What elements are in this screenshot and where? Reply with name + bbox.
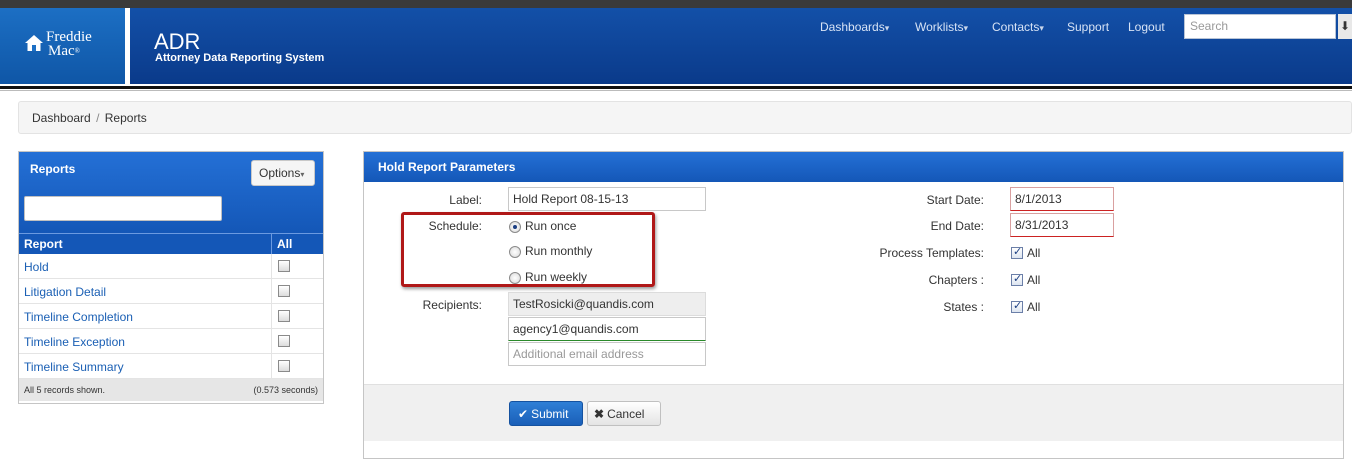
row-checkbox[interactable] bbox=[278, 285, 290, 297]
search-dropdown-button[interactable]: ⬇ bbox=[1338, 14, 1352, 39]
report-link-litigation-detail[interactable]: Litigation Detail bbox=[24, 285, 106, 299]
window-top-bar bbox=[0, 0, 1352, 8]
reports-table-header: Report All bbox=[19, 233, 323, 254]
nav-worklists[interactable]: Worklists▾ bbox=[915, 20, 968, 34]
start-date-label: Start Date: bbox=[926, 193, 984, 207]
column-report[interactable]: Report bbox=[24, 237, 63, 251]
nav-worklists-label: Worklists bbox=[915, 20, 964, 34]
label-input[interactable]: Hold Report 08-15-13 bbox=[508, 187, 706, 211]
table-row: Timeline Summary bbox=[19, 354, 323, 379]
process-templates-label: Process Templates: bbox=[879, 246, 985, 260]
options-label: Options bbox=[259, 166, 301, 180]
recipients-label: Recipients: bbox=[422, 298, 482, 312]
table-row: Timeline Completion bbox=[19, 304, 323, 329]
breadcrumb-reports: Reports bbox=[104, 111, 147, 125]
nav-dashboards[interactable]: Dashboards▾ bbox=[820, 20, 889, 34]
logo-line2: Mac bbox=[48, 43, 75, 59]
search-input[interactable]: Search bbox=[1184, 14, 1336, 39]
form-actions: ✔ Submit ✖ Cancel bbox=[364, 384, 1343, 441]
app-subtitle: Attorney Data Reporting System bbox=[155, 52, 325, 64]
row-checkbox[interactable] bbox=[278, 360, 290, 372]
reports-panel-title: Reports bbox=[30, 162, 76, 176]
close-icon: ✖ bbox=[594, 407, 605, 421]
chevron-down-icon: ▾ bbox=[1039, 23, 1044, 33]
cancel-button[interactable]: ✖ Cancel bbox=[587, 401, 661, 426]
chevron-down-icon: ▾ bbox=[884, 23, 890, 33]
states-all-label: All bbox=[1027, 300, 1041, 314]
states-label: States : bbox=[943, 300, 984, 314]
submit-label: Submit bbox=[531, 407, 569, 421]
additional-email-input[interactable]: Additional email address bbox=[508, 342, 706, 366]
reports-table-footer: All 5 records shown. (0.573 seconds) bbox=[19, 379, 323, 401]
report-link-timeline-exception[interactable]: Timeline Exception bbox=[24, 335, 125, 349]
table-row: Hold bbox=[19, 254, 323, 279]
end-date-label: End Date: bbox=[930, 219, 984, 233]
checkmark-icon: ✔ bbox=[518, 407, 529, 421]
chapters-all-label: All bbox=[1027, 273, 1041, 287]
recipient-input[interactable]: agency1@quandis.com bbox=[508, 317, 706, 341]
table-row: Litigation Detail bbox=[19, 279, 323, 304]
column-divider bbox=[271, 304, 272, 328]
record-count: All 5 records shown. bbox=[24, 385, 106, 395]
process-templates-all-checkbox[interactable] bbox=[1011, 245, 1023, 259]
report-parameters-panel: Hold Report Parameters Label: Hold Repor… bbox=[363, 151, 1344, 459]
chapters-label: Chapters : bbox=[928, 273, 984, 287]
breadcrumb-separator: / bbox=[96, 111, 100, 125]
app-header: Freddie Mac® ADR Attorney Data Reporting… bbox=[0, 8, 1352, 84]
reports-panel-header: Reports Options▾ bbox=[19, 152, 323, 233]
column-divider bbox=[271, 354, 272, 378]
chapters-all-checkbox[interactable] bbox=[1011, 272, 1023, 286]
header-divider-thin bbox=[0, 90, 1352, 91]
house-icon bbox=[25, 35, 43, 51]
schedule-highlight-box bbox=[401, 212, 655, 287]
column-divider bbox=[271, 234, 272, 254]
nav-dashboards-label: Dashboards bbox=[820, 20, 885, 34]
reports-panel: Reports Options▾ Report All Hold Litigat… bbox=[18, 151, 324, 404]
report-link-timeline-summary[interactable]: Timeline Summary bbox=[24, 360, 124, 374]
header-divider bbox=[0, 86, 1352, 89]
table-row: Timeline Exception bbox=[19, 329, 323, 354]
options-button[interactable]: Options▾ bbox=[251, 160, 315, 186]
column-all[interactable]: All bbox=[277, 237, 292, 251]
submit-button[interactable]: ✔ Submit bbox=[509, 401, 583, 426]
breadcrumb-dashboard[interactable]: Dashboard bbox=[32, 111, 91, 125]
nav-support[interactable]: Support bbox=[1067, 20, 1109, 34]
process-templates-all-label: All bbox=[1027, 246, 1041, 260]
column-divider bbox=[271, 329, 272, 353]
nav-contacts-label: Contacts bbox=[992, 20, 1040, 34]
logo-reg: ® bbox=[74, 47, 80, 55]
states-all-checkbox[interactable] bbox=[1011, 299, 1023, 313]
report-link-timeline-completion[interactable]: Timeline Completion bbox=[24, 310, 133, 324]
logo-separator bbox=[125, 8, 130, 84]
row-checkbox[interactable] bbox=[278, 335, 290, 347]
parameters-panel-title: Hold Report Parameters bbox=[364, 152, 1343, 182]
breadcrumb: Dashboard / Reports bbox=[18, 101, 1352, 134]
label-field-label: Label: bbox=[449, 193, 482, 207]
column-divider bbox=[271, 279, 272, 303]
column-divider bbox=[271, 254, 272, 278]
row-checkbox[interactable] bbox=[278, 260, 290, 272]
reports-filter-input[interactable] bbox=[24, 196, 222, 221]
start-date-input[interactable]: 8/1/2013 bbox=[1010, 187, 1114, 211]
cancel-label: Cancel bbox=[607, 407, 645, 421]
nav-logout[interactable]: Logout bbox=[1128, 20, 1165, 34]
end-date-input[interactable]: 8/31/2013 bbox=[1010, 213, 1114, 237]
chevron-down-icon: ▾ bbox=[300, 170, 305, 179]
report-link-hold[interactable]: Hold bbox=[24, 260, 49, 274]
recipient-readonly: TestRosicki@quandis.com bbox=[508, 292, 706, 316]
query-time: (0.573 seconds) bbox=[253, 385, 318, 395]
logo-line1: Freddie bbox=[46, 29, 92, 45]
nav-contacts[interactable]: Contacts▾ bbox=[992, 20, 1044, 34]
row-checkbox[interactable] bbox=[278, 310, 290, 322]
logo-text: Freddie Mac® bbox=[46, 29, 92, 59]
chevron-down-icon: ▾ bbox=[963, 23, 968, 33]
freddie-mac-logo[interactable]: Freddie Mac® bbox=[0, 8, 125, 84]
